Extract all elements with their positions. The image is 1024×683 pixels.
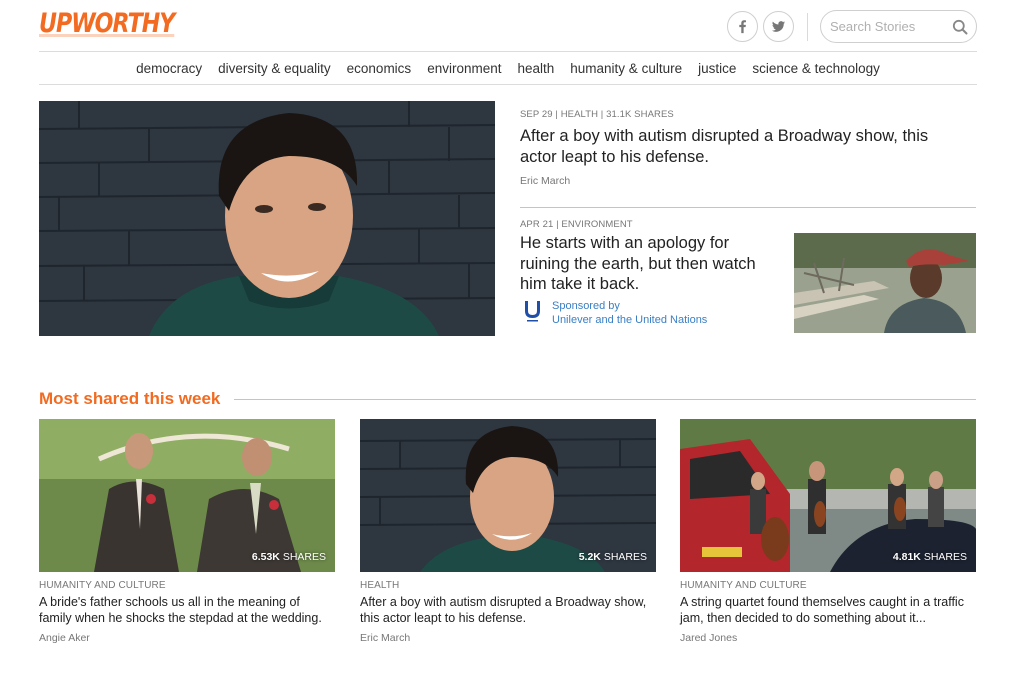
sponsored-story-meta: APR 21 | ENVIRONMENT bbox=[520, 219, 633, 230]
twitter-button[interactable] bbox=[763, 11, 794, 42]
nav-democracy[interactable]: democracy bbox=[136, 61, 202, 76]
unilever-logo bbox=[525, 301, 540, 322]
sponsored-story-image[interactable] bbox=[794, 233, 976, 333]
sponsor-credit[interactable]: Sponsored by Unilever and the United Nat… bbox=[552, 300, 707, 327]
sponsored-story-title[interactable]: He starts with an apology for ruining th… bbox=[520, 233, 782, 295]
most-shared-card[interactable]: 6.53K SHARES HUMANITY AND CULTURE A brid… bbox=[39, 419, 335, 644]
card-category[interactable]: HUMANITY AND CULTURE bbox=[680, 580, 976, 591]
nav-humanity-culture[interactable]: humanity & culture bbox=[570, 61, 682, 76]
nav-justice[interactable]: justice bbox=[698, 61, 736, 76]
featured-story-title[interactable]: After a boy with autism disrupted a Broa… bbox=[520, 126, 965, 168]
featured-story-meta: SEP 29 | HEALTH | 31.1K SHARES bbox=[520, 109, 674, 120]
nav-bottom-rule bbox=[39, 84, 977, 85]
card-image-wedding[interactable]: 6.53K SHARES bbox=[39, 419, 335, 572]
card-author[interactable]: Angie Aker bbox=[39, 632, 335, 644]
share-count: 6.53K SHARES bbox=[251, 551, 326, 563]
card-image-string-quartet[interactable]: 4.81K SHARES bbox=[680, 419, 976, 572]
search-icon[interactable] bbox=[952, 19, 968, 35]
nav-environment[interactable]: environment bbox=[427, 61, 501, 76]
featured-story-author[interactable]: Eric March bbox=[520, 175, 570, 187]
search-box[interactable] bbox=[820, 10, 977, 43]
header-divider bbox=[807, 13, 808, 41]
most-shared-card[interactable]: 4.81K SHARES HUMANITY AND CULTURE A stri… bbox=[680, 419, 976, 644]
card-author[interactable]: Eric March bbox=[360, 632, 656, 644]
featured-divider bbox=[520, 207, 976, 208]
card-category[interactable]: HEALTH bbox=[360, 580, 656, 591]
card-image-actor[interactable]: 5.2K SHARES bbox=[360, 419, 656, 572]
upworthy-logo[interactable]: UPWORTHY bbox=[39, 8, 175, 39]
most-shared-heading: Most shared this week bbox=[39, 389, 221, 408]
nav-health[interactable]: health bbox=[517, 61, 554, 76]
nav-diversity-equality[interactable]: diversity & equality bbox=[218, 61, 331, 76]
nav-science-technology[interactable]: science & technology bbox=[752, 61, 880, 76]
share-count: 4.81K SHARES bbox=[892, 551, 967, 563]
card-author[interactable]: Jared Jones bbox=[680, 632, 976, 644]
card-title[interactable]: A bride's father schools us all in the m… bbox=[39, 595, 335, 626]
featured-story-image[interactable] bbox=[39, 101, 495, 336]
card-title[interactable]: A string quartet found themselves caught… bbox=[680, 595, 976, 626]
nav-economics[interactable]: economics bbox=[347, 61, 412, 76]
sponsor-name[interactable]: Unilever and the United Nations bbox=[552, 314, 707, 328]
sponsored-by-label: Sponsored by bbox=[552, 300, 620, 312]
category-nav: democracy diversity & equality economics… bbox=[39, 52, 977, 84]
card-category[interactable]: HUMANITY AND CULTURE bbox=[39, 580, 335, 591]
facebook-icon bbox=[739, 20, 746, 34]
card-title[interactable]: After a boy with autism disrupted a Broa… bbox=[360, 595, 656, 626]
most-shared-rule bbox=[234, 399, 976, 400]
share-count: 5.2K SHARES bbox=[578, 551, 647, 563]
twitter-icon bbox=[771, 21, 786, 32]
search-input[interactable] bbox=[830, 19, 952, 34]
most-shared-card[interactable]: 5.2K SHARES HEALTH After a boy with auti… bbox=[360, 419, 656, 644]
facebook-button[interactable] bbox=[727, 11, 758, 42]
